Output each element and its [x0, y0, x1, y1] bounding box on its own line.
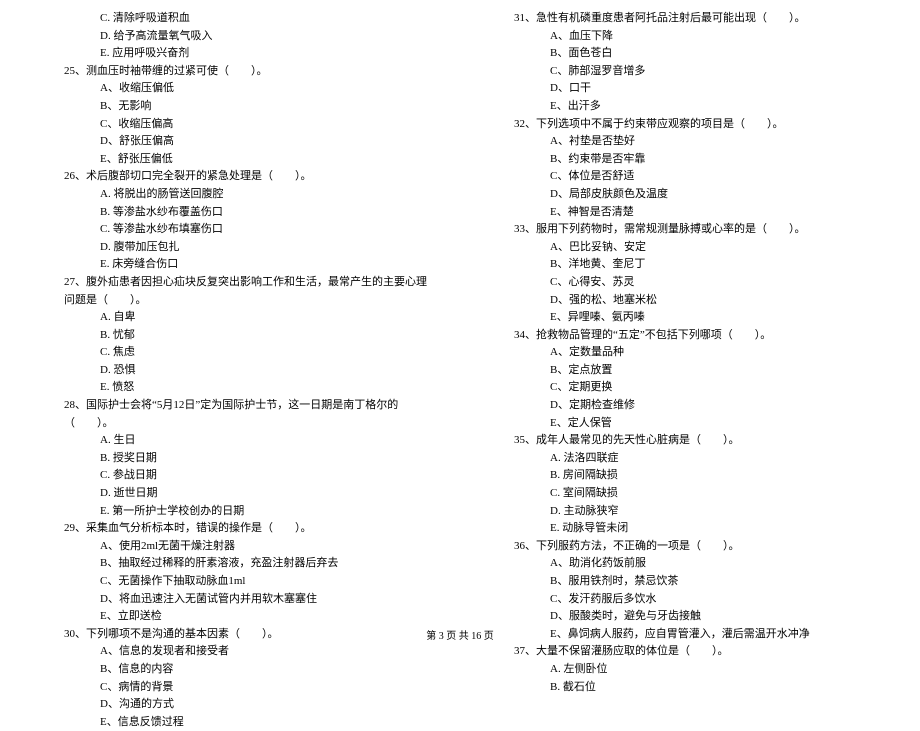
question-34: 34、抢救物品管理的“五定”不包括下列哪项（ ）。	[490, 327, 880, 345]
option-text: D、口干	[490, 80, 880, 98]
option-text: E. 应用呼吸兴奋剂	[40, 45, 430, 63]
option-text: B、面色苍白	[490, 45, 880, 63]
option-text: A、收缩压偏低	[40, 80, 430, 98]
option-text: C、肺部湿罗音增多	[490, 63, 880, 81]
page-footer: 第 3 页 共 16 页	[0, 627, 920, 642]
option-text: C、无菌操作下抽取动脉血1ml	[40, 573, 430, 591]
option-text: C. 等渗盐水纱布填塞伤口	[40, 221, 430, 239]
option-text: D、定期检查维修	[490, 397, 880, 415]
option-text: E、出汗多	[490, 98, 880, 116]
option-text: A、衬垫是否垫好	[490, 133, 880, 151]
option-text: E、舒张压偏低	[40, 151, 430, 169]
option-text: E. 床旁缝合伤口	[40, 256, 430, 274]
option-text: E、立即送检	[40, 608, 430, 626]
option-text: D、局部皮肤颜色及温度	[490, 186, 880, 204]
option-text: B、信息的内容	[40, 661, 430, 679]
option-text: B、抽取经过稀释的肝素溶液，充盈注射器后弃去	[40, 555, 430, 573]
option-text: A、血压下降	[490, 28, 880, 46]
question-35: 35、成年人最常见的先天性心脏病是（ ）。	[490, 432, 880, 450]
option-text: B、无影响	[40, 98, 430, 116]
question-25: 25、测血压时袖带缠的过紧可使（ ）。	[40, 63, 430, 81]
option-text: B. 等渗盐水纱布覆盖伤口	[40, 204, 430, 222]
question-26: 26、术后腹部切口完全裂开的紧急处理是（ ）。	[40, 168, 430, 186]
option-text: E、异哩嗪、氨丙嗪	[490, 309, 880, 327]
question-31: 31、急性有机磷重度患者阿托品注射后最可能出现（ ）。	[490, 10, 880, 28]
option-text: A. 法洛四联症	[490, 450, 880, 468]
option-text: E. 动脉导管未闭	[490, 520, 880, 538]
option-text: E. 第一所护士学校创办的日期	[40, 503, 430, 521]
option-text: A. 自卑	[40, 309, 430, 327]
option-text: B、定点放置	[490, 362, 880, 380]
option-text: C. 焦虑	[40, 344, 430, 362]
option-text: D. 逝世日期	[40, 485, 430, 503]
option-text: A、使用2ml无菌干燥注射器	[40, 538, 430, 556]
right-column: 31、急性有机磷重度患者阿托品注射后最可能出现（ ）。 A、血压下降 B、面色苍…	[490, 10, 880, 731]
option-text: C. 清除呼吸道积血	[40, 10, 430, 28]
option-text: D、舒张压偏高	[40, 133, 430, 151]
option-text: A. 将脱出的肠管送回腹腔	[40, 186, 430, 204]
option-text: A、定数量品种	[490, 344, 880, 362]
question-32: 32、下列选项中不属于约束带应观察的项目是（ ）。	[490, 116, 880, 134]
option-text: D. 给予高流量氧气吸入	[40, 28, 430, 46]
question-37: 37、大量不保留灌肠应取的体位是（ ）。	[490, 643, 880, 661]
option-text: B. 房间隔缺损	[490, 467, 880, 485]
option-text: E、神智是否清楚	[490, 204, 880, 222]
option-text: A. 左侧卧位	[490, 661, 880, 679]
option-text: D、强的松、地塞米松	[490, 292, 880, 310]
question-28: 28、国际护士会将“5月12日”定为国际护士节，这一日期是南丁格尔的（ ）。	[40, 397, 430, 432]
option-text: C、心得安、苏灵	[490, 274, 880, 292]
page-columns: C. 清除呼吸道积血 D. 给予高流量氧气吸入 E. 应用呼吸兴奋剂 25、测血…	[40, 10, 880, 731]
option-text: B. 忧郁	[40, 327, 430, 345]
option-text: D、服酸类时，避免与牙齿接触	[490, 608, 880, 626]
option-text: B、约束带是否牢靠	[490, 151, 880, 169]
option-text: C、发汗药服后多饮水	[490, 591, 880, 609]
option-text: D. 腹带加压包扎	[40, 239, 430, 257]
question-36: 36、下列服药方法，不正确的一项是（ ）。	[490, 538, 880, 556]
option-text: C、定期更换	[490, 379, 880, 397]
option-text: B、服用铁剂时，禁忌饮茶	[490, 573, 880, 591]
option-text: C、体位是否舒适	[490, 168, 880, 186]
option-text: B. 授奖日期	[40, 450, 430, 468]
option-text: A、信息的发现者和接受者	[40, 643, 430, 661]
option-text: D、沟通的方式	[40, 696, 430, 714]
left-column: C. 清除呼吸道积血 D. 给予高流量氧气吸入 E. 应用呼吸兴奋剂 25、测血…	[40, 10, 430, 731]
option-text: D、将血迅速注入无菌试管内并用软木塞塞住	[40, 591, 430, 609]
option-text: E、信息反馈过程	[40, 714, 430, 731]
question-29: 29、采集血气分析标本时，错误的操作是（ ）。	[40, 520, 430, 538]
option-text: D. 恐惧	[40, 362, 430, 380]
option-text: A、巴比妥钠、安定	[490, 239, 880, 257]
option-text: A. 生日	[40, 432, 430, 450]
option-text: C. 参战日期	[40, 467, 430, 485]
option-text: E. 愤怒	[40, 379, 430, 397]
option-text: C、收缩压偏高	[40, 116, 430, 134]
question-33: 33、服用下列药物时，需常规测量脉搏或心率的是（ ）。	[490, 221, 880, 239]
option-text: B. 截石位	[490, 679, 880, 697]
option-text: A、助消化药饭前服	[490, 555, 880, 573]
option-text: E、定人保管	[490, 415, 880, 433]
option-text: C、病情的背景	[40, 679, 430, 697]
option-text: C. 室间隔缺损	[490, 485, 880, 503]
question-27: 27、腹外疝患者因担心疝块反复突出影响工作和生活，最常产生的主要心理问题是（ ）…	[40, 274, 430, 309]
option-text: B、洋地黄、奎尼丁	[490, 256, 880, 274]
option-text: D. 主动脉狭窄	[490, 503, 880, 521]
